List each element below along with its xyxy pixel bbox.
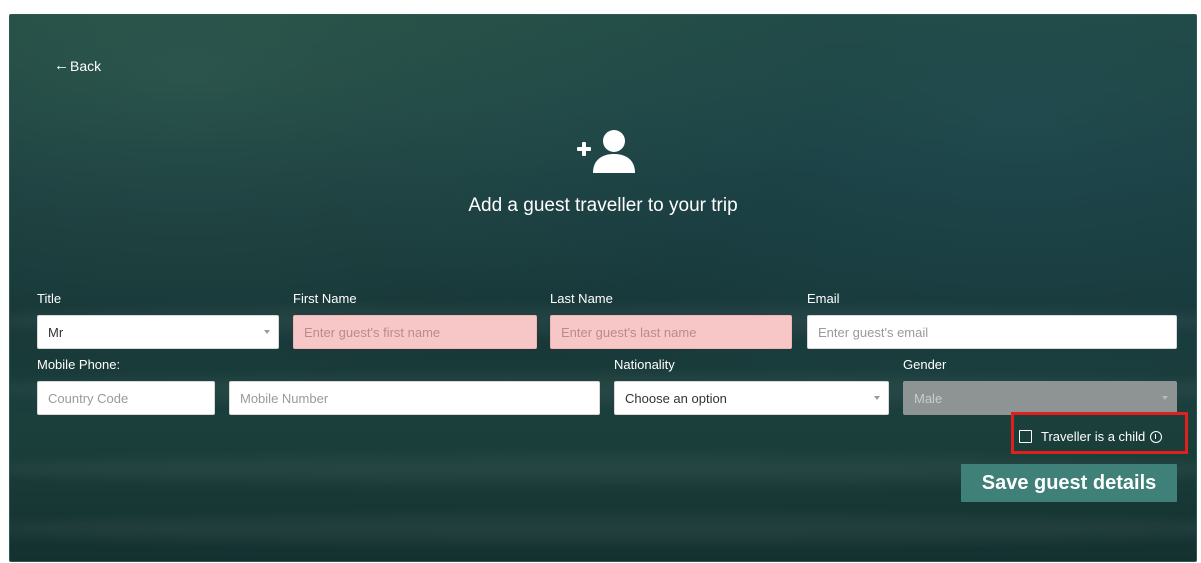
title-select[interactable]: Mr [37,315,279,349]
gender-label: Gender [903,357,947,372]
nationality-label: Nationality [614,357,675,372]
gender-select-value: Male [914,390,943,406]
email-label: Email [807,291,840,306]
mobile-phone-label: Mobile Phone: [37,357,121,372]
gender-select: Male [903,381,1177,415]
add-user-icon [577,130,635,173]
info-icon[interactable] [1150,430,1163,443]
background-wave [10,515,1196,543]
last-name-label: Last Name [550,291,613,306]
first-name-label: First Name [293,291,357,306]
back-label: Back [70,57,102,74]
traveller-child-label: Traveller is a child [1041,429,1146,444]
page-title: Add a guest traveller to your trip [468,195,738,216]
arrow-left-icon: ← [54,57,69,74]
title-select-value: Mr [48,324,64,340]
mobile-number-input[interactable] [229,381,600,415]
save-guest-details-button[interactable]: Save guest details [961,464,1177,502]
last-name-input[interactable] [550,315,792,349]
nationality-select-value: Choose an option [625,390,727,406]
first-name-input[interactable] [293,315,537,349]
email-input[interactable] [807,315,1177,349]
caret-down-icon [1162,396,1168,400]
traveller-child-option[interactable]: Traveller is a child [1019,429,1163,444]
guest-form-panel: ← Back Add a guest traveller to your tri… [9,14,1197,562]
nationality-select[interactable]: Choose an option [614,381,889,415]
country-code-input[interactable] [37,381,215,415]
back-link[interactable]: ← Back [54,57,101,74]
caret-down-icon [264,330,270,334]
title-label: Title [37,291,62,306]
caret-down-icon [874,396,880,400]
traveller-child-checkbox[interactable] [1019,430,1032,443]
